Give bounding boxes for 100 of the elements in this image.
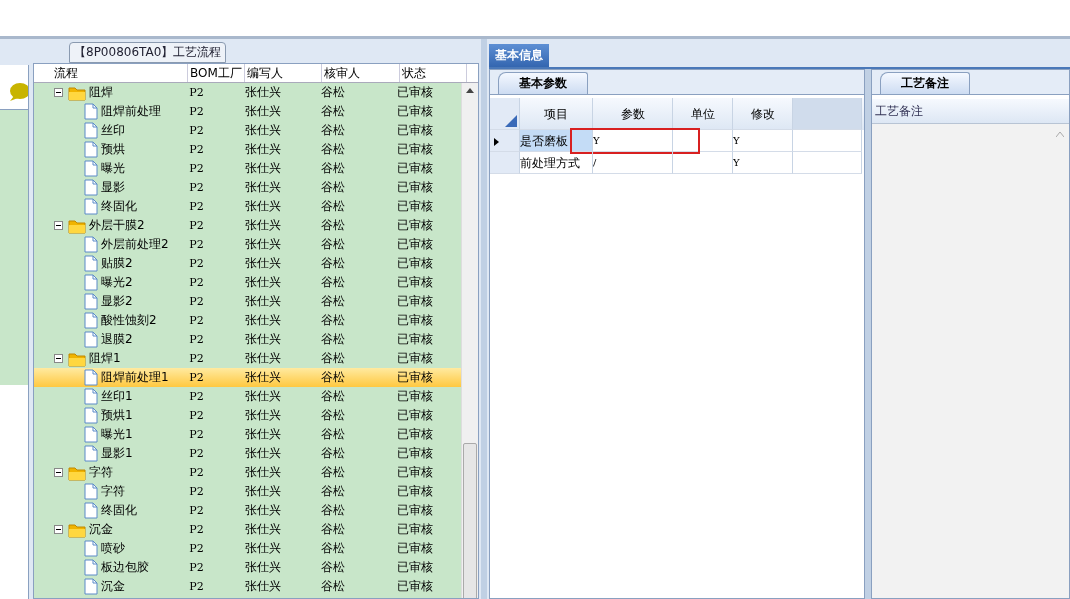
tree-label: 退膜2	[101, 331, 133, 348]
collapse-icon[interactable]	[54, 468, 63, 477]
tree-row[interactable]: 字符 P2 张仕兴 谷松 已审核	[34, 463, 461, 482]
corner-triangle-icon	[505, 115, 517, 127]
tree-row[interactable]: 沉金 P2 张仕兴 谷松 已审核	[34, 577, 461, 596]
table-cell-text: 谷松	[319, 578, 346, 595]
column-header[interactable]: 状态	[400, 64, 467, 82]
column-header[interactable]: 核审人	[322, 64, 400, 82]
table-cell-text: 张仕兴	[244, 483, 283, 500]
table-cell-text: P2	[188, 542, 205, 555]
table-cell-text: 已审核	[396, 255, 435, 272]
tree-row[interactable]: 外层前处理2 P2 张仕兴 谷松 已审核	[34, 235, 461, 254]
tree-row[interactable]: 显影 P2 张仕兴 谷松 已审核	[34, 178, 461, 197]
table-cell-text: 已审核	[396, 179, 435, 196]
tree-row[interactable]: 丝印1 P2 张仕兴 谷松 已审核	[34, 387, 461, 406]
table-cell-text: 谷松	[319, 84, 346, 101]
tree-row[interactable]: 阻焊1 P2 张仕兴 谷松 已审核	[34, 349, 461, 368]
tree-row[interactable]: 喷砂 P2 张仕兴 谷松 已审核	[34, 539, 461, 558]
tree-label: 丝印1	[101, 388, 133, 405]
tree-row[interactable]: 沉金 P2 张仕兴 谷松 已审核	[34, 520, 461, 539]
corner-cell[interactable]	[490, 98, 520, 130]
table-cell-text: 张仕兴	[244, 179, 283, 196]
table-cell-text: P2	[188, 314, 205, 327]
tree-row[interactable]: 预烘1 P2 张仕兴 谷松 已审核	[34, 406, 461, 425]
table-cell-text: 谷松	[319, 274, 346, 291]
table-cell-text: 已审核	[396, 502, 435, 519]
table-cell-text: 已审核	[396, 122, 435, 139]
tree-row[interactable]: 曝光1 P2 张仕兴 谷松 已审核	[34, 425, 461, 444]
scroll-thumb[interactable]	[463, 443, 477, 598]
group-title: 【8P00806TA0】工艺流程	[69, 42, 227, 63]
document-icon	[84, 198, 98, 215]
table-cell-text: 张仕兴	[244, 578, 283, 595]
column-header[interactable]: BOM工厂	[188, 64, 245, 82]
tree-row[interactable]: 外层干膜2 P2 张仕兴 谷松 已审核	[34, 216, 461, 235]
tree-row[interactable]: 曝光 P2 张仕兴 谷松 已审核	[34, 159, 461, 178]
table-cell-text: 谷松	[319, 312, 346, 329]
tab[interactable]: 基本信息	[489, 44, 549, 67]
collapse-icon[interactable]	[54, 221, 63, 230]
tree-row[interactable]: 显影2 P2 张仕兴 谷松 已审核	[34, 292, 461, 311]
document-icon	[84, 388, 98, 405]
table-cell-text: 张仕兴	[244, 293, 283, 310]
table-cell-text: 谷松	[319, 388, 346, 405]
scrollbar[interactable]	[461, 83, 478, 598]
table-cell	[673, 130, 733, 152]
table-cell-text: 已审核	[396, 236, 435, 253]
collapse-icon[interactable]	[54, 525, 63, 534]
tree-row[interactable]: 预烘 P2 张仕兴 谷松 已审核	[34, 140, 461, 159]
table-cell-text: 已审核	[396, 521, 435, 538]
tab[interactable]: 工艺备注	[880, 72, 970, 94]
splitter-handle[interactable]	[481, 39, 487, 599]
table-cell-text: 已审核	[396, 141, 435, 158]
column-header[interactable]: 单位	[673, 98, 733, 130]
notes-field[interactable]	[872, 124, 1069, 598]
table-cell: Y	[733, 130, 793, 152]
document-icon	[84, 255, 98, 272]
scroll-up-icon[interactable]	[466, 88, 474, 93]
document-icon	[84, 578, 98, 595]
table-cell-text: 张仕兴	[244, 388, 283, 405]
tree-row[interactable]: 退膜2 P2 张仕兴 谷松 已审核	[34, 330, 461, 349]
document-icon	[84, 445, 98, 462]
tree-row[interactable]: 酸性蚀刻2 P2 张仕兴 谷松 已审核	[34, 311, 461, 330]
tree-row[interactable]: 阻焊前处理 P2 张仕兴 谷松 已审核	[34, 102, 461, 121]
collapse-icon[interactable]	[54, 88, 63, 97]
folder-icon	[68, 84, 86, 101]
tree-label: 贴膜2	[101, 255, 133, 272]
tree-row[interactable]: 字符 P2 张仕兴 谷松 已审核	[34, 482, 461, 501]
table-cell-text: 谷松	[319, 179, 346, 196]
tree-row[interactable]: 显影1 P2 张仕兴 谷松 已审核	[34, 444, 461, 463]
table-cell-text: P2	[188, 523, 205, 536]
table-cell-text: 谷松	[319, 521, 346, 538]
tree-row[interactable]: 终固化 P2 张仕兴 谷松 已审核	[34, 197, 461, 216]
table-cell-text: P2	[188, 162, 205, 175]
table-cell-text: P2	[188, 371, 205, 384]
column-header[interactable]: 编写人	[245, 64, 322, 82]
column-header[interactable]: 流程	[34, 64, 188, 82]
tree-label: 预烘	[101, 141, 125, 158]
document-icon	[84, 312, 98, 329]
tree-label: 终固化	[101, 198, 137, 215]
tree-row[interactable]: 贴膜2 P2 张仕兴 谷松 已审核	[34, 254, 461, 273]
table-cell-text: 谷松	[319, 236, 346, 253]
table-cell-text: 谷松	[319, 540, 346, 557]
tree-row[interactable]: 阻焊前处理1 P2 张仕兴 谷松 已审核	[34, 368, 461, 387]
tree-row[interactable]: 阻焊 P2 张仕兴 谷松 已审核	[34, 83, 461, 102]
table-cell-text: P2	[188, 257, 205, 270]
table-cell-text: P2	[188, 219, 205, 232]
tree-row[interactable]: 丝印 P2 张仕兴 谷松 已审核	[34, 121, 461, 140]
tree-row[interactable]: 板边包胶 P2 张仕兴 谷松 已审核	[34, 558, 461, 577]
splitter-handle[interactable]	[865, 69, 871, 599]
tree-row[interactable]: 终固化 P2 张仕兴 谷松 已审核	[34, 501, 461, 520]
row-header[interactable]	[490, 130, 520, 152]
table-cell-text: 张仕兴	[244, 160, 283, 177]
table-cell-text: 张仕兴	[244, 521, 283, 538]
tab[interactable]: 基本参数	[498, 72, 588, 94]
tree-row[interactable]: 曝光2 P2 张仕兴 谷松 已审核	[34, 273, 461, 292]
collapse-icon[interactable]	[54, 354, 63, 363]
document-icon	[84, 540, 98, 557]
document-icon	[84, 122, 98, 139]
table-cell-text: 谷松	[319, 426, 346, 443]
table-cell-text: 张仕兴	[244, 236, 283, 253]
table-cell-text: 已审核	[396, 445, 435, 462]
